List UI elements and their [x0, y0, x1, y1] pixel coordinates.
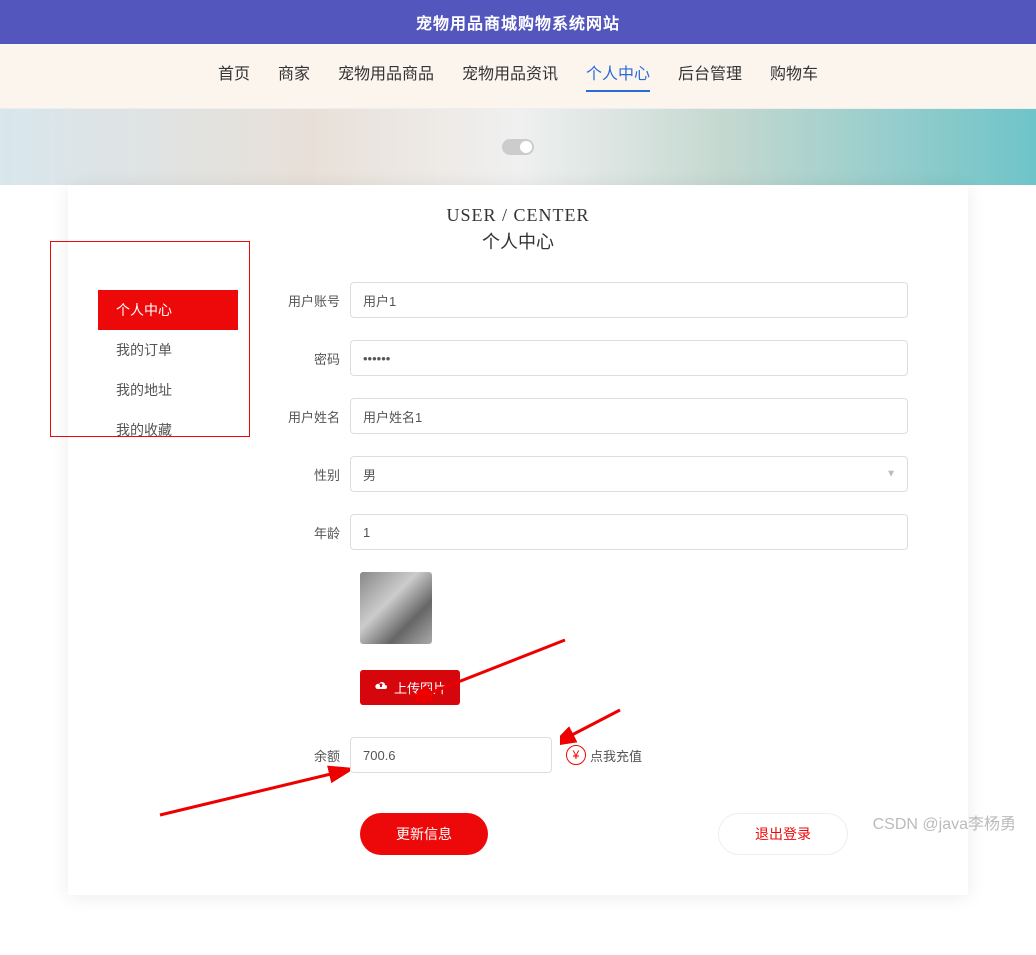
avatar-image: [360, 572, 432, 644]
label-gender: 性别: [278, 465, 350, 484]
chevron-down-icon: ▼: [886, 469, 896, 480]
nav-cart[interactable]: 购物车: [770, 60, 818, 92]
label-name: 用户姓名: [278, 407, 350, 426]
nav-home[interactable]: 首页: [218, 60, 250, 92]
logout-button[interactable]: 退出登录: [718, 813, 848, 855]
label-age: 年龄: [278, 523, 350, 542]
nav-admin[interactable]: 后台管理: [678, 60, 742, 92]
name-field[interactable]: [350, 398, 908, 434]
site-title: 宠物用品商城购物系统网站: [416, 16, 620, 33]
profile-form: 用户账号 密码 用户姓名 性别 ▼: [278, 282, 948, 855]
password-field[interactable]: [350, 340, 908, 376]
nav-user-center[interactable]: 个人中心: [586, 60, 650, 92]
label-account: 用户账号: [278, 291, 350, 310]
top-banner: 宠物用品商城购物系统网站: [0, 0, 1036, 44]
upload-button[interactable]: 上传图片: [360, 670, 460, 705]
label-balance: 余额: [278, 746, 350, 765]
banner-toggle[interactable]: [502, 139, 534, 155]
annotation-box: [50, 241, 250, 437]
age-field[interactable]: [350, 514, 908, 550]
main-nav: 首页 商家 宠物用品商品 宠物用品资讯 个人中心 后台管理 购物车: [0, 44, 1036, 109]
account-field[interactable]: [350, 282, 908, 318]
upload-label: 上传图片: [394, 678, 446, 697]
balance-field[interactable]: [350, 737, 552, 773]
nav-news[interactable]: 宠物用品资讯: [462, 60, 558, 92]
nav-products[interactable]: 宠物用品商品: [338, 60, 434, 92]
gender-select[interactable]: [350, 456, 908, 492]
recharge-link[interactable]: 点我充值: [590, 746, 642, 765]
yen-icon: ¥: [566, 745, 586, 765]
label-password: 密码: [278, 349, 350, 368]
nav-merchant[interactable]: 商家: [278, 60, 310, 92]
hero-banner: [0, 109, 1036, 185]
title-en: USER / CENTER: [68, 205, 968, 226]
cloud-upload-icon: [374, 680, 388, 695]
watermark: CSDN @java李杨勇: [873, 810, 1016, 834]
update-button[interactable]: 更新信息: [360, 813, 488, 855]
